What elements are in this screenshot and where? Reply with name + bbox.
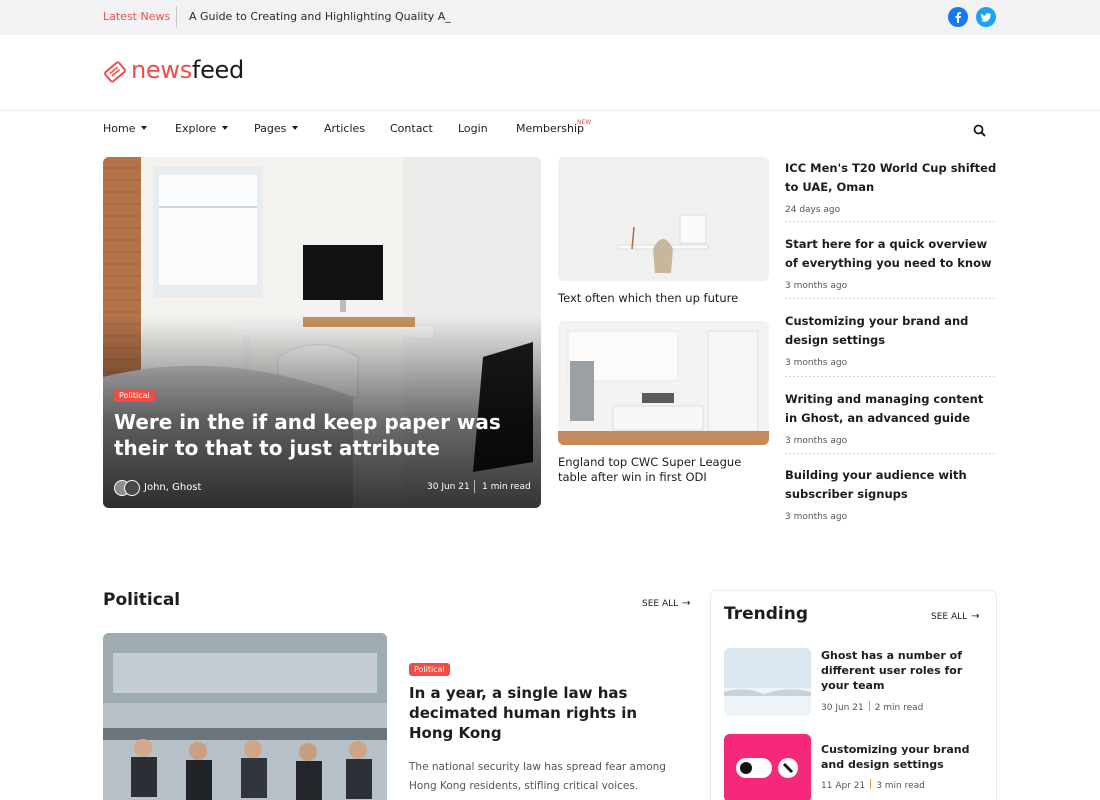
article-title[interactable]: Ghost has a number of different user rol… bbox=[821, 648, 991, 693]
hero-article-card[interactable]: Political Were in the if and keep paper … bbox=[103, 157, 541, 508]
article-meta: 11 Apr 21 3 min read bbox=[821, 779, 925, 791]
time-ago: 3 months ago bbox=[785, 512, 848, 522]
article-thumbnail[interactable] bbox=[724, 648, 811, 716]
category-tag[interactable]: Political bbox=[114, 389, 155, 402]
see-all-trending-link[interactable]: SEE ALL → bbox=[931, 611, 980, 622]
new-badge: NEW bbox=[577, 119, 592, 126]
article-title[interactable]: Building your audience with subscriber s… bbox=[785, 468, 967, 501]
see-all-political-link[interactable]: SEE ALL → bbox=[642, 598, 691, 609]
article-title[interactable]: England top CWC Super League table after… bbox=[558, 455, 773, 485]
article-title[interactable]: Customizing your brand and design settin… bbox=[785, 314, 968, 347]
facebook-icon[interactable] bbox=[948, 7, 968, 27]
top-bar: Latest News A Guide to Creating and High… bbox=[0, 0, 1100, 35]
time-ago: 3 months ago bbox=[785, 436, 848, 446]
article-excerpt: The national security law has spread fea… bbox=[409, 761, 666, 792]
twitter-icon[interactable] bbox=[976, 7, 996, 27]
news-ticker-link[interactable]: A Guide to Creating and Highlighting Qua… bbox=[189, 10, 451, 23]
header-divider bbox=[0, 110, 1100, 111]
article-title[interactable]: In a year, a single law has decimated hu… bbox=[409, 683, 679, 743]
article-title[interactable]: Text often which then up future bbox=[558, 291, 773, 306]
read-time: 1 min read bbox=[482, 482, 531, 492]
time-ago: 3 months ago bbox=[785, 281, 848, 291]
logo-wordmark: newsfeed bbox=[131, 56, 244, 84]
article-title[interactable]: Start here for a quick overview of every… bbox=[785, 237, 992, 270]
nav-pages[interactable]: Pages bbox=[254, 122, 299, 135]
section-heading-trending: Trending bbox=[724, 604, 809, 624]
list-item: ICC Men's T20 World Cup shifted to UAE, … bbox=[785, 157, 997, 215]
time-ago: 24 days ago bbox=[785, 205, 841, 215]
hero-title[interactable]: Were in the if and keep paper was their … bbox=[114, 409, 534, 461]
nav-membership[interactable]: Membership bbox=[516, 122, 584, 135]
article-meta: 30 Jun 21 2 min read bbox=[821, 701, 924, 713]
nav-home[interactable]: Home bbox=[103, 122, 148, 135]
article-thumbnail[interactable] bbox=[724, 734, 811, 800]
arrow-right-icon: → bbox=[682, 598, 691, 609]
publish-date: 30 Jun 21 bbox=[427, 482, 470, 492]
section-heading-political: Political bbox=[103, 590, 181, 610]
chevron-down-icon bbox=[141, 126, 148, 130]
arrow-right-icon: → bbox=[971, 611, 980, 622]
article-thumbnail[interactable] bbox=[558, 157, 769, 281]
newspaper-icon bbox=[104, 61, 126, 83]
chevron-down-icon bbox=[292, 126, 299, 130]
divider bbox=[785, 298, 997, 299]
divider bbox=[785, 376, 997, 377]
list-item: Writing and managing content in Ghost, a… bbox=[785, 388, 997, 446]
article-title[interactable]: Writing and managing content in Ghost, a… bbox=[785, 392, 983, 425]
avatar bbox=[124, 480, 140, 496]
nav-explore[interactable]: Explore bbox=[175, 122, 229, 135]
nav-login[interactable]: Login bbox=[458, 122, 488, 135]
topbar-divider bbox=[176, 6, 177, 28]
category-tag[interactable]: Political bbox=[409, 663, 450, 676]
divider bbox=[785, 221, 997, 222]
article-title[interactable]: ICC Men's T20 World Cup shifted to UAE, … bbox=[785, 161, 996, 194]
article-title[interactable]: Customizing your brand and design settin… bbox=[821, 742, 991, 772]
nav-articles[interactable]: Articles bbox=[324, 122, 365, 135]
search-icon[interactable] bbox=[973, 122, 986, 141]
meta-divider bbox=[474, 480, 475, 493]
nav-contact[interactable]: Contact bbox=[390, 122, 433, 135]
chevron-down-icon bbox=[222, 126, 229, 130]
divider bbox=[785, 453, 997, 454]
article-thumbnail[interactable] bbox=[103, 633, 387, 800]
article-thumbnail[interactable] bbox=[558, 321, 769, 445]
list-item: Customizing your brand and design settin… bbox=[785, 310, 997, 368]
list-item: Start here for a quick overview of every… bbox=[785, 233, 997, 291]
list-item: Building your audience with subscriber s… bbox=[785, 464, 997, 522]
time-ago: 3 months ago bbox=[785, 358, 848, 368]
author-names[interactable]: John, Ghost bbox=[144, 482, 201, 493]
latest-news-label: Latest News bbox=[103, 10, 171, 23]
